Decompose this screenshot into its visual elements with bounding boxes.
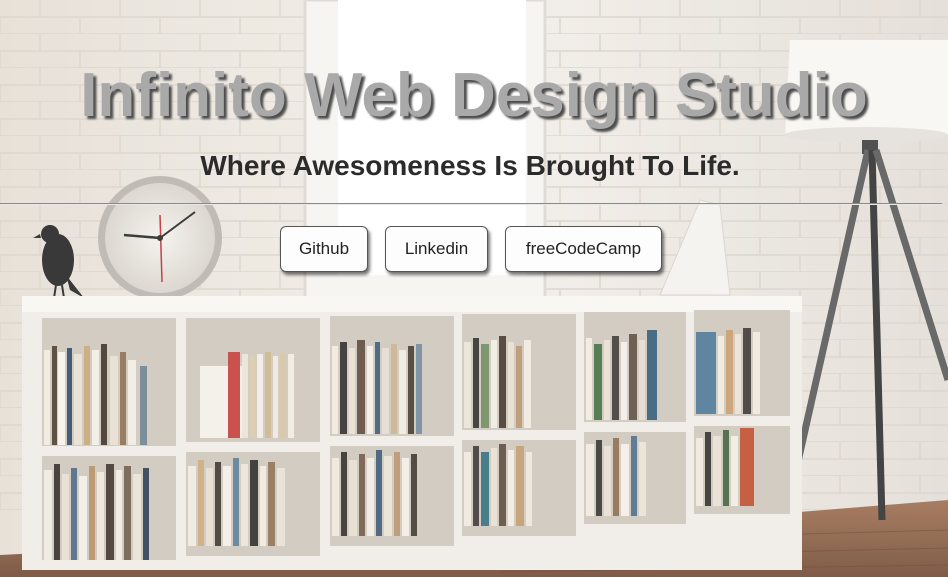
studio-title: Infinito Web Design Studio	[80, 61, 868, 130]
linkedin-button[interactable]: Linkedin	[385, 226, 488, 272]
github-button[interactable]: Github	[280, 226, 368, 272]
divider	[0, 203, 942, 205]
tagline: Where Awesomeness Is Brought To Life.	[200, 150, 740, 181]
freecodecamp-button[interactable]: freeCodeCamp	[505, 226, 662, 272]
